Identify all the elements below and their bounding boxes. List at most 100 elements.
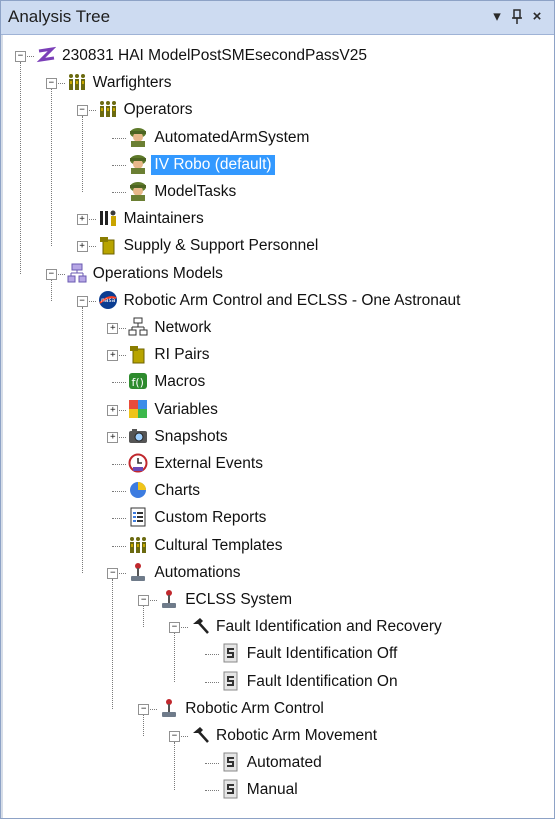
switch-icon: [221, 752, 241, 772]
expand-node-button[interactable]: +: [76, 241, 88, 253]
tree-connector: [112, 464, 127, 465]
supply-box-icon: [128, 344, 148, 364]
tree-node-label[interactable]: Robotic Arm Control and ECLSS - One Astr…: [121, 291, 464, 311]
network-tree-icon: [128, 317, 148, 337]
people-group-icon: [67, 72, 87, 92]
tree-node-label[interactable]: Fault Identification On: [244, 672, 401, 692]
collapse-node-button[interactable]: −: [138, 595, 150, 606]
collapse-node-button[interactable]: −: [45, 268, 57, 280]
tree-guide-line: [174, 742, 175, 791]
tree-node-label[interactable]: Cultural Templates: [151, 536, 285, 556]
expand-node-button[interactable]: +: [107, 323, 119, 334]
tree-node-label[interactable]: Automations: [151, 563, 243, 583]
tree-node-label[interactable]: 230831 HAI ModelPostSMEsecondPassV25: [59, 46, 370, 66]
collapse-node-button[interactable]: −: [76, 295, 88, 307]
tree-connector: [204, 790, 219, 792]
tree-node-label[interactable]: Warfighters: [90, 73, 175, 93]
tree-connector: [112, 382, 127, 384]
tree-node-label[interactable]: Supply & Support Personnel: [121, 236, 322, 256]
tree-node-label[interactable]: Fault Identification and Recovery: [213, 617, 445, 637]
expand-node-button[interactable]: +: [107, 404, 119, 416]
tree-node-label[interactable]: Charts: [151, 481, 203, 501]
tree-node-label[interactable]: Robotic Arm Control: [182, 699, 327, 719]
tree-node-label[interactable]: Fault Identification Off: [244, 644, 401, 664]
tree-node-label[interactable]: Snapshots: [151, 427, 230, 447]
collapse-node-button[interactable]: −: [169, 622, 180, 634]
collapse-node-button[interactable]: −: [45, 78, 57, 90]
supply-box-icon: [98, 235, 118, 255]
window-position-dropdown-icon[interactable]: ▾: [487, 6, 507, 28]
joystick-icon: [159, 589, 179, 609]
collapse-node-button[interactable]: −: [169, 731, 180, 742]
tools-person-icon: [98, 208, 118, 228]
tree-connector: [112, 164, 127, 166]
report-icon: [128, 507, 148, 527]
svg-text:nasa: nasa: [101, 297, 116, 304]
tree-node-label[interactable]: Operators: [121, 100, 196, 120]
tree-node-label[interactable]: Custom Reports: [151, 508, 269, 528]
tree-node-label[interactable]: Macros: [151, 372, 208, 392]
hammer-icon: [190, 616, 210, 636]
soldier-icon: [128, 181, 148, 201]
people-group-icon: [98, 99, 118, 119]
tree-node-label[interactable]: Variables: [151, 400, 220, 420]
panel-title: Analysis Tree: [8, 7, 111, 26]
tree-node-label[interactable]: Maintainers: [121, 209, 207, 229]
tree-connector: [112, 137, 127, 139]
collapse-node-button[interactable]: −: [138, 703, 150, 715]
svg-text:f(): f(): [132, 376, 144, 389]
tree-guide-line: [20, 62, 21, 274]
tree-connector: [204, 763, 219, 765]
pie-chart-icon: [128, 480, 148, 500]
tree-connector: [112, 518, 127, 520]
close-icon[interactable]: ×: [527, 6, 547, 28]
clock-calendar-icon: [128, 453, 148, 473]
tree-guide-line: [174, 633, 175, 682]
nasa-logo-icon: nasa: [98, 290, 118, 310]
collapse-node-button[interactable]: −: [107, 567, 119, 579]
tree-node-label[interactable]: Robotic Arm Movement: [213, 726, 380, 746]
collapse-node-button[interactable]: −: [76, 105, 88, 117]
expand-node-button[interactable]: +: [107, 431, 119, 443]
expand-node-button[interactable]: +: [107, 350, 119, 362]
tree-connector: [112, 545, 127, 547]
switch-icon: [221, 643, 241, 663]
tree-connector: [112, 491, 127, 493]
tree-node-label[interactable]: ModelTasks: [151, 182, 239, 202]
collapse-node-button[interactable]: −: [15, 51, 26, 62]
expand-node-button[interactable]: +: [76, 214, 88, 226]
people-group-icon: [128, 535, 148, 555]
tree-node-label[interactable]: RI Pairs: [151, 345, 212, 365]
network-blocks-icon: [67, 263, 87, 283]
joystick-icon: [159, 698, 179, 718]
tree-node-label[interactable]: Automated: [244, 753, 325, 773]
tree-connector: [204, 654, 219, 656]
tree-node-label[interactable]: AutomatedArmSystem: [151, 128, 312, 148]
macro-function-icon: f(): [128, 371, 148, 391]
tree-view[interactable]: −230831 HAI ModelPostSMEsecondPassV25− Wa…: [1, 35, 554, 818]
switch-icon: [221, 671, 241, 691]
tree-connector: [204, 681, 219, 683]
switch-icon: [221, 779, 241, 799]
tree-node-label[interactable]: ECLSS System: [182, 590, 295, 610]
camera-icon: [128, 426, 148, 446]
tree-node-label[interactable]: Manual: [244, 780, 301, 800]
auto-hide-pin-icon[interactable]: [507, 6, 527, 28]
variables-grid-icon: [128, 399, 148, 419]
tree-node-label[interactable]: Operations Models: [90, 264, 226, 284]
tree-guide-line: [143, 606, 145, 628]
hammer-icon: [190, 725, 210, 745]
tree-guide-line: [50, 89, 52, 247]
soldier-icon: [128, 154, 148, 174]
tree-guide-line: [81, 116, 83, 192]
model-z-icon: [36, 45, 57, 65]
analysis-tree-panel: Analysis Tree ▾ × −230831 HAI ModelPostS…: [0, 0, 555, 819]
tree-node-label[interactable]: External Events: [151, 454, 266, 474]
soldier-icon: [128, 127, 148, 147]
tree-guide-line: [50, 279, 52, 301]
panel-titlebar: Analysis Tree ▾ ×: [1, 1, 554, 35]
tree-guide-line: [112, 578, 114, 709]
tree-node-label[interactable]: IV Robo (default): [151, 154, 275, 175]
tree-guide-line: [143, 714, 145, 736]
tree-node-label[interactable]: Network: [151, 318, 214, 338]
